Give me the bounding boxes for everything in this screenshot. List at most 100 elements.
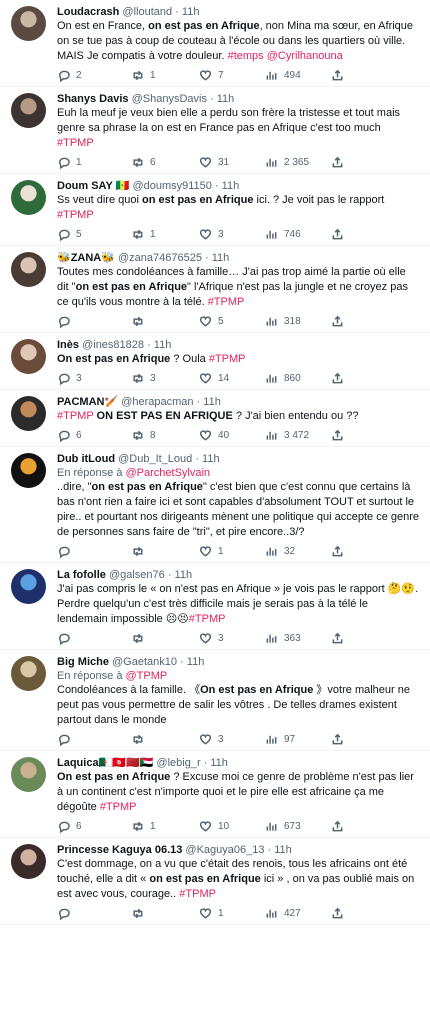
like-button[interactable]: 1 bbox=[199, 545, 265, 558]
reply-mention-link[interactable]: @TPMP bbox=[126, 670, 168, 682]
avatar[interactable] bbox=[11, 453, 46, 488]
like-button[interactable]: 3 bbox=[199, 228, 265, 241]
tweet[interactable]: Inès @ines81828 · 11h On est pas en Afriq… bbox=[0, 333, 430, 390]
reply-button[interactable]: 6 bbox=[57, 820, 131, 833]
reply-button[interactable]: 3 bbox=[57, 372, 131, 385]
tweet[interactable]: Laquica🇩🇿🇹🇳🇲🇦🇸🇩 @lebig_r · 11h On est pas… bbox=[0, 751, 430, 838]
avatar[interactable] bbox=[11, 844, 46, 879]
retweet-button[interactable] bbox=[131, 733, 199, 746]
share-button[interactable] bbox=[331, 69, 351, 82]
avatar[interactable] bbox=[11, 180, 46, 215]
tweet[interactable]: Big Miche @Gaetank10 · 11h En réponse à @… bbox=[0, 650, 430, 751]
like-button[interactable]: 14 bbox=[199, 372, 265, 385]
author-name[interactable]: Big Miche bbox=[57, 656, 109, 668]
author-name[interactable]: Loudacrash bbox=[57, 6, 119, 18]
avatar[interactable] bbox=[11, 656, 46, 691]
views-button[interactable]: 494 bbox=[265, 69, 331, 82]
views-button[interactable]: 318 bbox=[265, 315, 331, 328]
hashtag-link[interactable]: #TPMP bbox=[57, 410, 93, 422]
tweet[interactable]: PACMAN🏏 @herapacman · 11h #TPMP ON EST PA… bbox=[0, 390, 430, 447]
share-button[interactable] bbox=[331, 907, 351, 920]
retweet-button[interactable] bbox=[131, 907, 199, 920]
retweet-button[interactable] bbox=[131, 545, 199, 558]
hashtag-link[interactable]: #temps bbox=[228, 50, 264, 62]
hashtag-link[interactable]: #TPMP bbox=[209, 353, 246, 365]
author-name[interactable]: La fofolle bbox=[57, 569, 106, 581]
author-name[interactable]: 🐝ZANA🐝 bbox=[57, 252, 115, 264]
share-button[interactable] bbox=[331, 228, 351, 241]
like-button[interactable]: 10 bbox=[199, 820, 265, 833]
hashtag-link[interactable]: @Cyrilhanouna bbox=[267, 50, 343, 62]
avatar[interactable] bbox=[11, 396, 46, 431]
tweet[interactable]: La fofolle @galsen76 · 11h J'ai pas compr… bbox=[0, 563, 430, 650]
avatar[interactable] bbox=[11, 569, 46, 604]
views-button[interactable]: 746 bbox=[265, 228, 331, 241]
reply-button[interactable]: 6 bbox=[57, 429, 131, 442]
views-button[interactable]: 97 bbox=[265, 733, 331, 746]
retweet-button[interactable]: 1 bbox=[131, 228, 199, 241]
tweet[interactable]: Dub itLoud @Dub_It_Loud · 11h En réponse … bbox=[0, 447, 430, 563]
avatar[interactable] bbox=[11, 6, 46, 41]
like-button[interactable]: 7 bbox=[199, 69, 265, 82]
like-button[interactable]: 1 bbox=[199, 907, 265, 920]
author-name[interactable]: Shanys Davis bbox=[57, 93, 129, 105]
tweet[interactable]: Loudacrash @lloutand · 11h On est en Fran… bbox=[0, 0, 430, 87]
views-button[interactable]: 427 bbox=[265, 907, 331, 920]
like-button[interactable]: 3 bbox=[199, 733, 265, 746]
hashtag-link[interactable]: #TPMP bbox=[208, 296, 245, 308]
reply-button[interactable]: 2 bbox=[57, 69, 131, 82]
retweet-button[interactable] bbox=[131, 632, 199, 645]
retweet-button[interactable] bbox=[131, 315, 199, 328]
like-button[interactable]: 5 bbox=[199, 315, 265, 328]
share-button[interactable] bbox=[331, 315, 351, 328]
views-button[interactable]: 363 bbox=[265, 632, 331, 645]
retweet-button[interactable]: 8 bbox=[131, 429, 199, 442]
share-button[interactable] bbox=[331, 372, 351, 385]
share-button[interactable] bbox=[331, 632, 351, 645]
reply-button[interactable] bbox=[57, 733, 131, 746]
views-button[interactable]: 673 bbox=[265, 820, 331, 833]
avatar[interactable] bbox=[11, 93, 46, 128]
hashtag-link[interactable]: #TPMP bbox=[57, 137, 94, 149]
reply-button[interactable] bbox=[57, 315, 131, 328]
share-button[interactable] bbox=[331, 429, 351, 442]
avatar[interactable] bbox=[11, 252, 46, 287]
share-button[interactable] bbox=[331, 545, 351, 558]
hashtag-link[interactable]: #TPMP bbox=[179, 888, 216, 900]
share-button[interactable] bbox=[331, 156, 351, 169]
like-button[interactable]: 31 bbox=[199, 156, 265, 169]
retweet-button[interactable]: 1 bbox=[131, 820, 199, 833]
share-button[interactable] bbox=[331, 733, 351, 746]
retweet-button[interactable]: 1 bbox=[131, 69, 199, 82]
author-name[interactable]: Inès bbox=[57, 339, 79, 351]
like-button[interactable]: 40 bbox=[199, 429, 265, 442]
share-button[interactable] bbox=[331, 820, 351, 833]
hashtag-link[interactable]: #TPMP bbox=[57, 209, 94, 221]
reply-button[interactable] bbox=[57, 907, 131, 920]
views-button[interactable]: 3 472 bbox=[265, 429, 331, 442]
retweet-button[interactable]: 6 bbox=[131, 156, 199, 169]
tweet[interactable]: Shanys Davis @ShanysDavis · 11h Euh la me… bbox=[0, 87, 430, 174]
reply-button[interactable]: 1 bbox=[57, 156, 131, 169]
author-name[interactable]: Doum SAY 🇸🇳 bbox=[57, 180, 129, 192]
views-button[interactable]: 860 bbox=[265, 372, 331, 385]
avatar[interactable] bbox=[11, 757, 46, 792]
reply-button[interactable] bbox=[57, 632, 131, 645]
author-name[interactable]: PACMAN🏏 bbox=[57, 396, 118, 408]
hashtag-link[interactable]: #TPMP bbox=[189, 613, 226, 625]
tweet[interactable]: 🐝ZANA🐝 @zana74676525 · 11h Toutes mes con… bbox=[0, 246, 430, 333]
reply-mention-link[interactable]: @ParchetSylvain bbox=[126, 467, 211, 479]
author-name[interactable]: Laquica🇩🇿🇹🇳🇲🇦🇸🇩 bbox=[57, 757, 153, 769]
avatar[interactable] bbox=[11, 339, 46, 374]
tweet[interactable]: Doum SAY 🇸🇳 @doumsy91150 · 11h Ss veut di… bbox=[0, 174, 430, 246]
views-button[interactable]: 2 365 bbox=[265, 156, 331, 169]
views-button[interactable]: 32 bbox=[265, 545, 331, 558]
retweet-button[interactable]: 3 bbox=[131, 372, 199, 385]
like-button[interactable]: 3 bbox=[199, 632, 265, 645]
tweet[interactable]: Princesse Kaguya 06.13 @Kaguya06_13 · 11… bbox=[0, 838, 430, 925]
hashtag-link[interactable]: #TPMP bbox=[100, 801, 137, 813]
reply-button[interactable] bbox=[57, 545, 131, 558]
author-name[interactable]: Dub itLoud bbox=[57, 453, 115, 465]
author-name[interactable]: Princesse Kaguya 06.13 bbox=[57, 844, 182, 856]
reply-button[interactable]: 5 bbox=[57, 228, 131, 241]
